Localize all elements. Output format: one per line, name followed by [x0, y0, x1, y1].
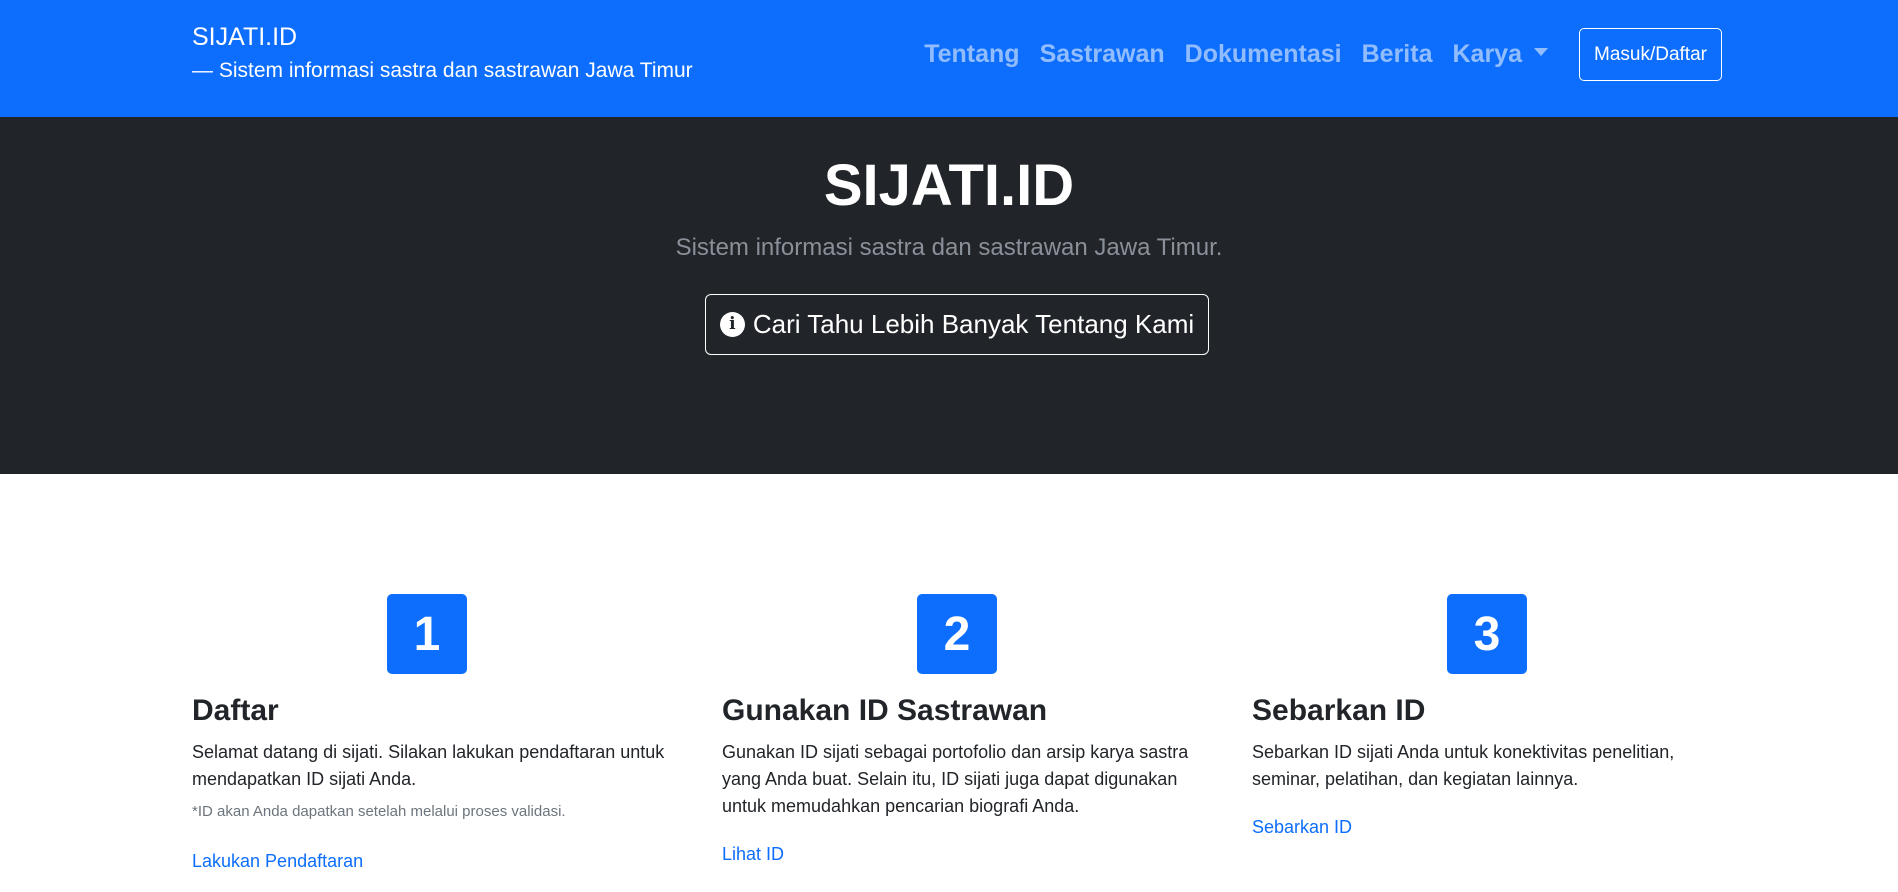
nav-dropdown-karya[interactable]: Karya — [1443, 36, 1559, 72]
feature-description: Sebarkan ID sijati Anda untuk konektivit… — [1252, 742, 1675, 789]
view-id-link[interactable]: Lihat ID — [722, 842, 784, 866]
step-number-badge: 2 — [917, 594, 997, 674]
info-circle-icon: i — [719, 312, 745, 337]
nav-links: Tentang Sastrawan Dokumentasi Berita Kar… — [914, 36, 1558, 72]
nav-link-dokumentasi[interactable]: Dokumentasi — [1175, 36, 1352, 72]
nav-link-tentang[interactable]: Tentang — [914, 36, 1029, 72]
feature-description: Gunakan ID sijati sebagai portofolio dan… — [722, 742, 1189, 816]
nav-link-berita[interactable]: Berita — [1352, 36, 1443, 72]
step-number-badge: 1 — [387, 594, 467, 674]
register-link[interactable]: Lakukan Pendaftaran — [192, 849, 363, 873]
login-register-button[interactable]: Masuk/Daftar — [1579, 28, 1722, 81]
step-number-badge: 3 — [1447, 594, 1527, 674]
navbar: SIJATI.ID — Sistem informasi sastra dan … — [0, 0, 1898, 117]
hero-section: SIJATI.ID Sistem informasi sastra dan sa… — [0, 117, 1898, 474]
learn-more-label: Cari Tahu Lebih Banyak Tentang Kami — [752, 309, 1195, 339]
feature-title: Sebarkan ID — [1252, 694, 1426, 727]
brand-title[interactable]: SIJATI.ID — [192, 22, 297, 52]
brand-subtitle: — Sistem informasi sastra dan sastrawan … — [192, 59, 693, 82]
validation-note: *ID akan Anda dapatkan setelah melalui p… — [192, 803, 566, 820]
share-id-link[interactable]: Sebarkan ID — [1252, 815, 1352, 839]
nav-link-sastrawan[interactable]: Sastrawan — [1030, 36, 1175, 72]
nav-dropdown-karya-label: Karya — [1452, 40, 1523, 68]
feature-title: Daftar — [192, 694, 279, 727]
learn-more-button[interactable]: i Cari Tahu Lebih Banyak Tentang Kami — [705, 294, 1209, 355]
feature-title: Gunakan ID Sastrawan — [722, 694, 1048, 727]
hero-subtitle: Sistem informasi sastra dan sastrawan Ja… — [675, 234, 1223, 261]
feature-description: Selamat datang di sijati. Silakan lakuka… — [192, 742, 665, 789]
hero-title: SIJATI.ID — [823, 153, 1075, 218]
chevron-down-icon — [1534, 48, 1548, 57]
